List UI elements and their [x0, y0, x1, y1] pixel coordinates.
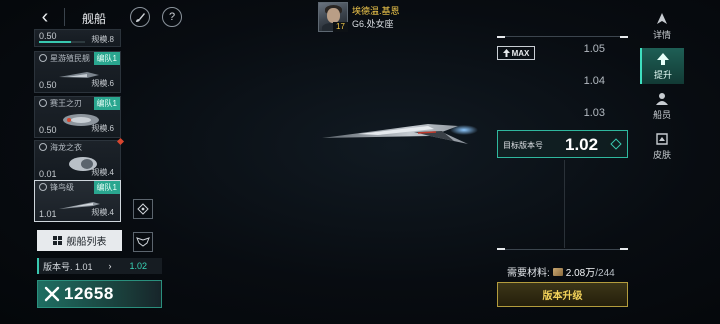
- tab-skin[interactable]: 皮肤: [640, 128, 684, 164]
- ship-card-selected[interactable]: 锋鸟级 编队1 1.01 规模.4: [34, 180, 121, 222]
- ship-name: 星游殖民舰: [50, 54, 90, 63]
- material-requirement: 需要材料: 2.08万/244: [507, 264, 615, 279]
- ship-card[interactable]: 0.50 规模.8: [34, 29, 121, 47]
- ship-card[interactable]: 星游殖民舰 编队1 0.50 规模.6: [34, 51, 121, 93]
- wings-icon[interactable]: [133, 232, 153, 252]
- page-title: 舰船: [82, 12, 107, 26]
- level-bar: [39, 41, 85, 43]
- material-total: /244: [595, 268, 615, 279]
- crossed-swords-icon: [44, 286, 60, 302]
- version-option[interactable]: 1.03: [545, 107, 605, 119]
- ship-scale: 规模.8: [91, 35, 114, 44]
- grid-icon: [52, 236, 62, 245]
- header-divider: [64, 8, 65, 26]
- tab-crew[interactable]: 船员: [640, 88, 684, 124]
- ship-scale: 规模.6: [91, 124, 114, 133]
- main-ship-model: [322, 124, 478, 144]
- version-next: 1.02: [129, 261, 148, 271]
- ship-level: 0.50: [39, 125, 57, 135]
- tab-label: 船员: [652, 109, 671, 120]
- ship-scale: 规模.6: [91, 79, 114, 88]
- commander-subtitle: G6.处女座: [352, 19, 394, 29]
- ship-silhouette-icon: [654, 12, 670, 26]
- question-icon[interactable]: ?: [162, 7, 182, 27]
- material-amount: 2.08万: [565, 268, 596, 279]
- material-icon: [552, 267, 563, 276]
- combat-power-value: 12658: [64, 284, 114, 303]
- tab-upgrade[interactable]: 提升: [640, 48, 684, 84]
- target-version-row[interactable]: 目标版本号 1.02: [497, 130, 628, 158]
- ship-card[interactable]: 赛王之刃 编队1 0.50 规模.6: [34, 96, 121, 138]
- version-option[interactable]: 1.04: [545, 75, 605, 87]
- material-label: 需要材料:: [507, 268, 550, 279]
- ship-class-icon: [39, 54, 47, 62]
- crew-icon: [654, 92, 670, 106]
- target-version-label: 目标版本号: [503, 141, 543, 150]
- locate-target-icon[interactable]: [133, 199, 153, 219]
- tab-label: 详情: [652, 29, 671, 40]
- commander-name: 埃德温.基恩: [352, 6, 400, 16]
- scroll-track: [564, 160, 565, 248]
- ship-name: 锋鸟级: [50, 183, 74, 192]
- ship-level: 1.01: [39, 209, 57, 219]
- back-arrow-icon[interactable]: ‹: [34, 6, 56, 28]
- tab-label: 提升: [653, 69, 672, 80]
- max-label: MAX: [511, 48, 530, 58]
- diamond-icon: [610, 138, 622, 150]
- ship-level: 0.50: [39, 31, 57, 41]
- ship-name: 海龙之衣: [50, 143, 82, 152]
- commander-level: 17: [333, 22, 348, 32]
- version-option[interactable]: 1.05: [545, 43, 605, 55]
- version-row: 版本号. 1.01 › 1.02: [37, 258, 162, 274]
- target-version-value: 1.02: [565, 135, 599, 154]
- ship-class-icon: [39, 99, 47, 107]
- ship-list-label: 舰船列表: [66, 237, 107, 248]
- version-upgrade-button[interactable]: 版本升级: [497, 282, 628, 307]
- tab-details[interactable]: 详情: [640, 8, 684, 44]
- max-button[interactable]: MAX: [497, 46, 535, 60]
- ship-card[interactable]: 海龙之衣 0.01 规模.4: [34, 140, 121, 182]
- skin-icon: [654, 132, 670, 146]
- chevron-right-icon: ›: [108, 261, 112, 271]
- paint-brush-icon[interactable]: [130, 7, 150, 27]
- ship-scale: 规模.4: [91, 168, 114, 177]
- level-up-icon: [655, 52, 671, 66]
- ship-class-icon: [39, 143, 47, 151]
- version-current: 版本号. 1.01: [43, 261, 93, 272]
- tab-label: 皮肤: [652, 149, 671, 160]
- ship-class-icon: [39, 183, 47, 191]
- ship-level: 0.01: [39, 169, 57, 179]
- ship-scale: 规模.4: [91, 208, 114, 217]
- team-badge: 编队1: [93, 97, 120, 110]
- ship-list-button[interactable]: 舰船列表: [37, 230, 122, 251]
- combat-power-bar: 12658: [37, 280, 162, 308]
- ship-name: 赛王之刃: [50, 99, 82, 108]
- team-badge: 编队1: [93, 181, 120, 194]
- team-badge: 编队1: [93, 52, 120, 65]
- ship-level: 0.50: [39, 80, 57, 90]
